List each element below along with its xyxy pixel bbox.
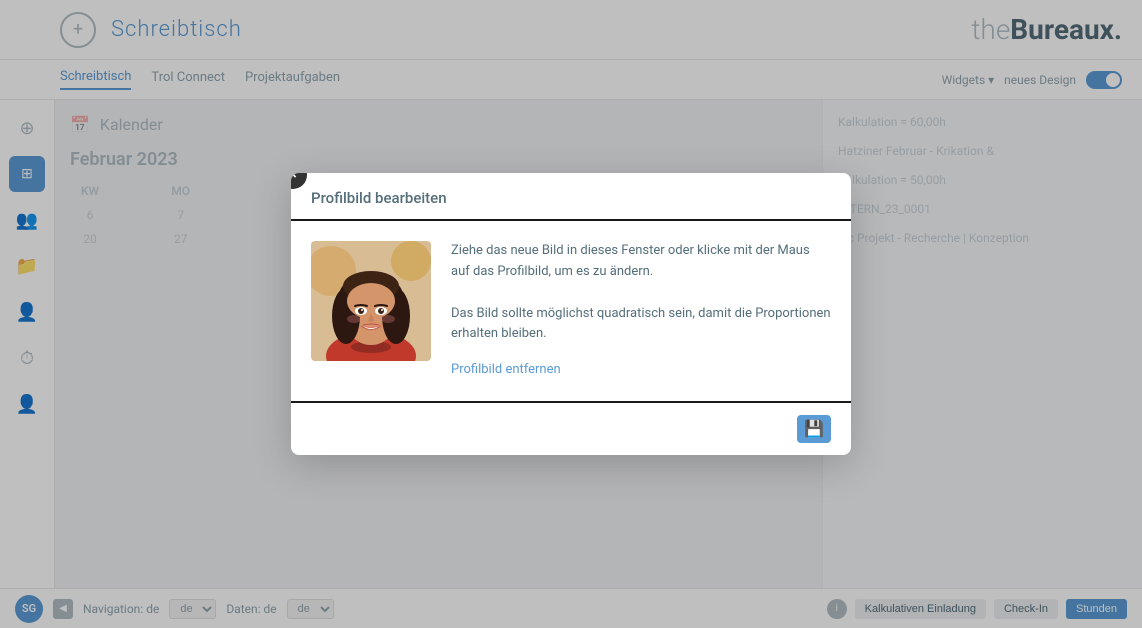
- modal-body: Ziehe das neue Bild in dieses Fenster od…: [291, 221, 851, 401]
- modal-header: Profilbild bearbeiten: [291, 173, 851, 219]
- modal-footer: 💾: [291, 403, 851, 455]
- save-button[interactable]: 💾: [797, 415, 831, 443]
- profile-image-container[interactable]: [311, 241, 431, 361]
- instruction-text-2: Das Bild sollte möglichst quadratisch se…: [451, 304, 831, 346]
- modal-instructions: Ziehe das neue Bild in dieses Fenster od…: [451, 241, 831, 381]
- profile-image: [311, 241, 431, 361]
- remove-profile-link[interactable]: Profilbild entfernen: [451, 360, 831, 381]
- modal-title: Profilbild bearbeiten: [311, 189, 831, 207]
- save-icon: 💾: [804, 419, 824, 439]
- close-icon: ×: [291, 173, 297, 183]
- instruction-text-1: Ziehe das neue Bild in dieses Fenster od…: [451, 241, 831, 283]
- modal-container: × Profilbild bearbeiten: [291, 173, 851, 455]
- modal-overlay[interactable]: × Profilbild bearbeiten: [0, 0, 1142, 628]
